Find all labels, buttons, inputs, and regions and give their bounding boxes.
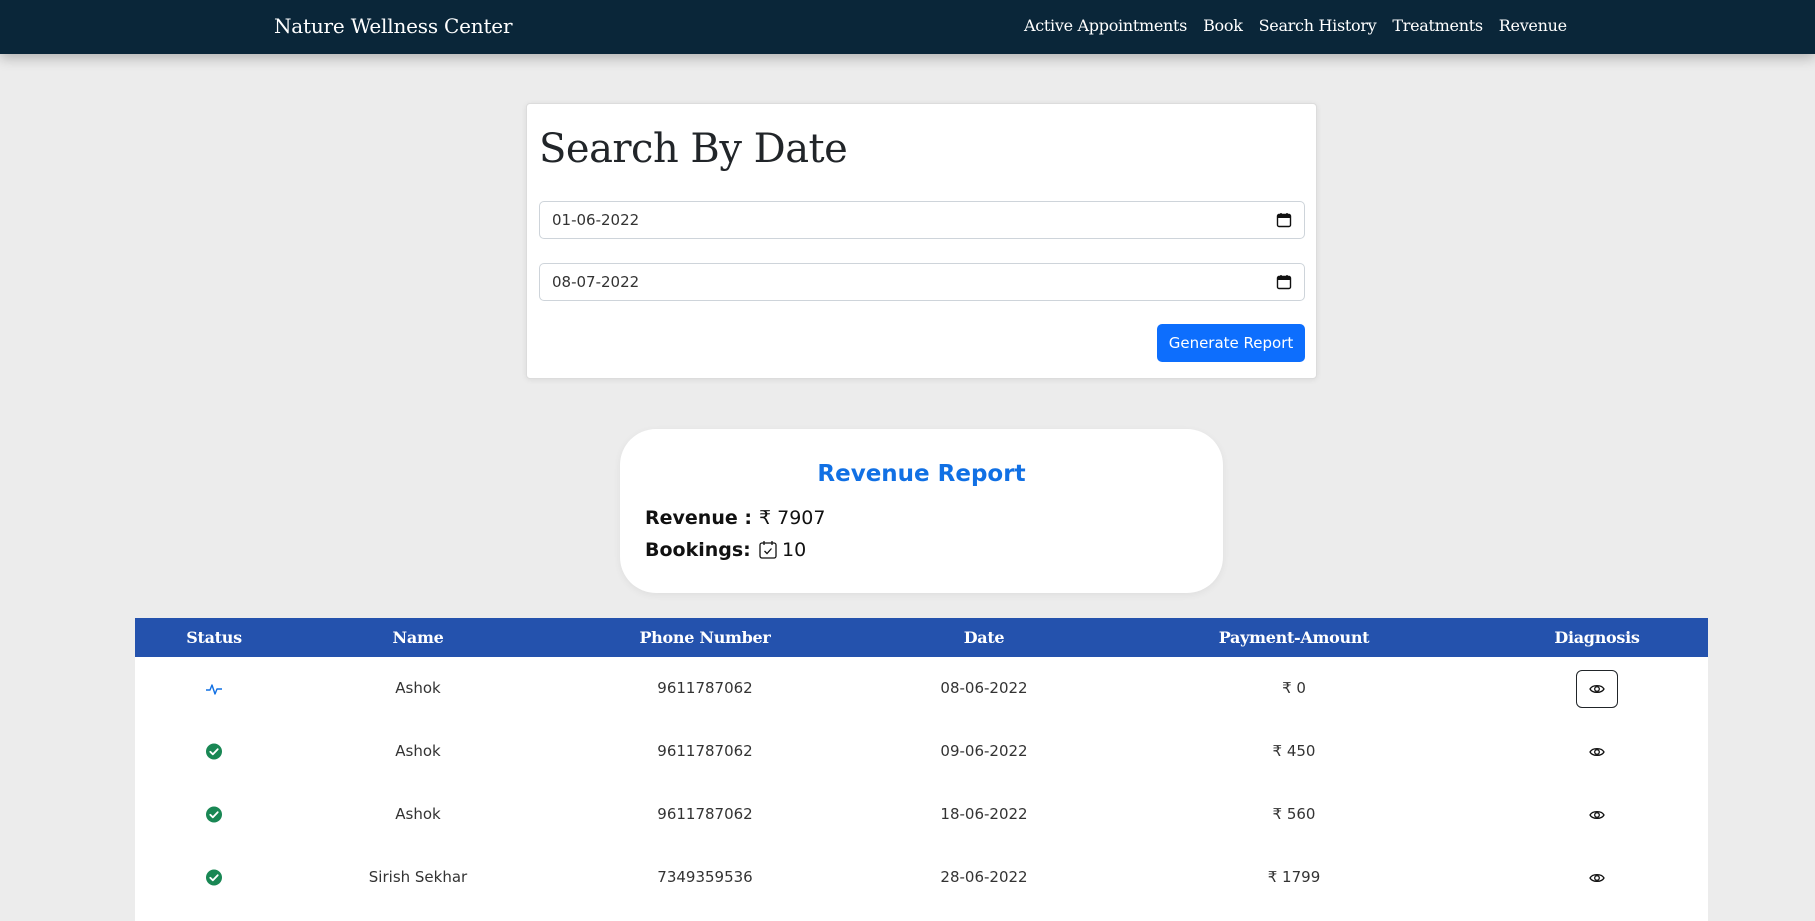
cell-amount: ₹ 0	[1282, 679, 1306, 697]
table-header: Status Name Phone Number Date Payment-Am…	[135, 618, 1708, 657]
view-diagnosis-button[interactable]	[1576, 796, 1618, 834]
diagnosis-cell	[1576, 720, 1618, 783]
revenue-label: Revenue :	[645, 507, 752, 529]
nav-links: Active Appointments Book Search History …	[1024, 16, 1567, 35]
cell-amount: ₹ 450	[1272, 742, 1316, 760]
nav-link-treatments[interactable]: Treatments	[1392, 16, 1483, 35]
to-date-input[interactable]: 08-07-2022	[539, 263, 1305, 301]
eye-icon	[1589, 746, 1605, 758]
to-date-value: 08-07-2022	[552, 273, 640, 291]
cell-date: 28-06-2022	[940, 868, 1028, 886]
eye-icon	[1589, 683, 1605, 695]
bookings-value-wrap: 10	[759, 539, 806, 561]
from-date-input[interactable]: 01-06-2022	[539, 201, 1305, 239]
view-diagnosis-button[interactable]	[1576, 669, 1618, 708]
cell-phone: 7349359536	[657, 868, 753, 886]
header-status: Status	[186, 628, 242, 647]
cell-name: Sirish Sekhar	[368, 868, 468, 886]
cell-name: Ashok	[395, 805, 441, 823]
revenue-value: ₹ 7907	[759, 507, 826, 529]
search-by-date-card: Search By Date 01-06-2022 08-07-2022 Gen…	[526, 103, 1317, 379]
calendar-icon[interactable]	[1276, 274, 1292, 290]
nav-link-search-history[interactable]: Search History	[1259, 16, 1377, 35]
calendar-icon[interactable]	[1276, 212, 1292, 228]
navbar: Nature Wellness Center Active Appointmen…	[0, 0, 1815, 54]
cell-name: Ashok	[395, 742, 441, 760]
search-title: Search By Date	[539, 126, 848, 172]
brand-logo-text[interactable]: Nature Wellness Center	[274, 14, 513, 38]
view-diagnosis-button[interactable]	[1576, 859, 1618, 897]
eye-icon	[1589, 872, 1605, 884]
diagnosis-cell	[1576, 783, 1618, 846]
header-date: Date	[963, 628, 1005, 647]
generate-report-button[interactable]: Generate Report	[1157, 324, 1305, 362]
check-circle-icon	[206, 783, 223, 846]
calendar-check-icon	[759, 540, 778, 560]
cell-amount: ₹ 560	[1272, 805, 1316, 823]
table-row: Ashok 9611787062 09-06-2022 ₹ 450	[135, 720, 1708, 783]
revenue-row: Revenue : ₹ 7907	[645, 507, 825, 529]
cell-date: 18-06-2022	[940, 805, 1028, 823]
nav-link-book[interactable]: Book	[1203, 16, 1243, 35]
cell-date: 09-06-2022	[940, 742, 1028, 760]
revenue-report-title: Revenue Report	[817, 461, 1026, 487]
check-circle-icon	[206, 846, 223, 909]
check-circle-icon	[206, 720, 223, 783]
cell-amount: ₹ 1799	[1267, 868, 1321, 886]
diagnosis-cell	[1576, 657, 1618, 720]
header-diagnosis: Diagnosis	[1554, 628, 1640, 647]
from-date-value: 01-06-2022	[552, 211, 640, 229]
appointments-table: Status Name Phone Number Date Payment-Am…	[135, 618, 1708, 921]
bookings-row: Bookings: 10	[645, 539, 806, 561]
table-row: Ashok 9611787062 18-06-2022 ₹ 560	[135, 783, 1708, 846]
diagnosis-cell	[1576, 846, 1618, 909]
cell-name: Ashok	[395, 679, 441, 697]
activity-icon	[205, 657, 223, 720]
nav-link-active-appointments[interactable]: Active Appointments	[1024, 16, 1187, 35]
view-diagnosis-button[interactable]	[1576, 733, 1618, 771]
cell-phone: 9611787062	[657, 742, 753, 760]
header-name: Name	[392, 628, 444, 647]
cell-phone: 9611787062	[657, 679, 753, 697]
table-row: Sirish Sekhar 7349359536 28-06-2022 ₹ 17…	[135, 846, 1708, 909]
cell-phone: 9611787062	[657, 805, 753, 823]
bookings-value: 10	[782, 539, 807, 561]
table-row: Ashok 9611787062 08-06-2022 ₹ 0	[135, 657, 1708, 720]
cell-date: 08-06-2022	[940, 679, 1028, 697]
eye-icon	[1589, 809, 1605, 821]
header-payment-amount: Payment-Amount	[1218, 628, 1370, 647]
header-phone-number: Phone Number	[639, 628, 771, 647]
bookings-label: Bookings:	[645, 539, 751, 561]
nav-link-revenue[interactable]: Revenue	[1499, 16, 1567, 35]
